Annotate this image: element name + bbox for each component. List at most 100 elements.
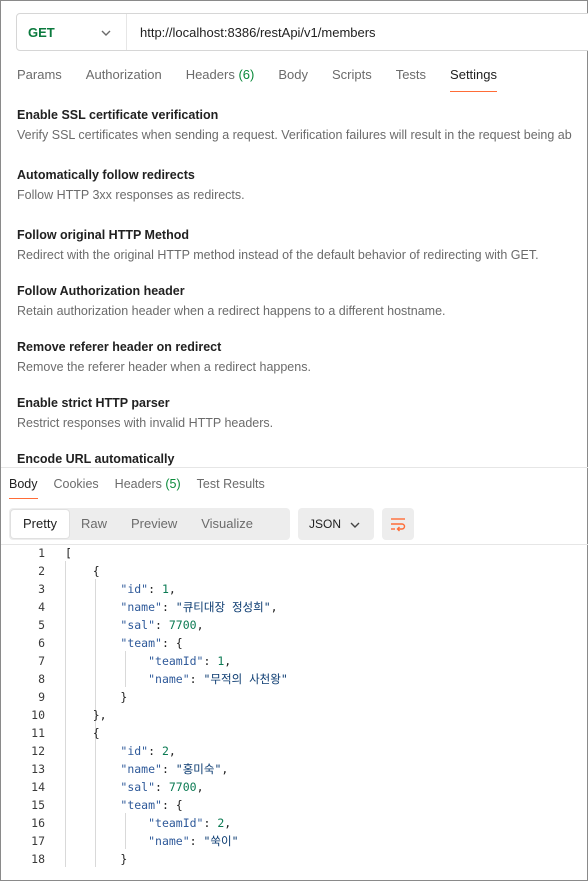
json-punctuation: : — [189, 834, 204, 848]
tab-headers[interactable]: Headers (6) — [186, 65, 255, 93]
code-text: "sal": 7700, — [65, 616, 204, 634]
code-line: 18 } — [1, 850, 588, 868]
url-input[interactable]: http://localhost:8386/restApi/v1/members — [127, 25, 376, 40]
view-pretty-button[interactable]: Pretty — [11, 510, 69, 538]
json-key: "sal" — [120, 780, 156, 794]
setting-description: Restrict responses with invalid HTTP hea… — [17, 416, 274, 430]
json-punctuation: , — [224, 816, 232, 830]
json-punctuation: : — [161, 600, 176, 614]
format-label: JSON — [309, 517, 342, 531]
code-text: { — [65, 562, 100, 580]
setting-item: Enable SSL certificate verification Verif… — [17, 108, 572, 142]
view-preview-button[interactable]: Preview — [119, 510, 189, 538]
code-line: 12 "id": 2, — [1, 742, 588, 760]
chevron-down-icon — [350, 522, 360, 528]
tab-params[interactable]: Params — [17, 65, 62, 93]
code-text: "id": 1, — [65, 580, 175, 598]
json-punctuation — [65, 816, 148, 830]
setting-description: Remove the referer header when a redirec… — [17, 360, 311, 374]
json-key: "id" — [120, 744, 149, 758]
tab-authorization[interactable]: Authorization — [86, 65, 162, 93]
setting-description: Retain authorization header when a redir… — [17, 304, 446, 318]
json-punctuation: { — [65, 564, 100, 578]
response-tab-body[interactable]: Body — [9, 475, 38, 499]
tab-settings[interactable]: Settings — [450, 65, 497, 93]
line-number: 12 — [31, 744, 45, 758]
json-string: "큐티대장 정성희" — [175, 600, 271, 614]
chevron-down-icon — [101, 30, 111, 36]
code-text: } — [65, 688, 127, 706]
code-text: "id": 2, — [65, 742, 175, 760]
code-text: "name": "홍미숙", — [65, 760, 228, 778]
tab-label: Params — [17, 67, 62, 82]
setting-title: Enable SSL certificate verification — [17, 108, 219, 122]
code-text: "teamId": 1, — [65, 652, 231, 670]
json-punctuation — [65, 618, 120, 632]
json-string: "무적의 사천왕" — [203, 672, 288, 686]
wrap-lines-button[interactable] — [382, 508, 414, 540]
json-string: "홍미숙" — [175, 762, 222, 776]
json-punctuation: : { — [161, 798, 183, 812]
response-tab-cookies[interactable]: Cookies — [54, 475, 99, 493]
code-text: }, — [65, 706, 107, 724]
code-text: { — [65, 724, 100, 742]
response-tab-test-results[interactable]: Test Results — [197, 475, 265, 493]
tab-label: Authorization — [85, 67, 162, 82]
json-punctuation: : — [161, 762, 176, 776]
tab-label: Body — [9, 477, 38, 491]
json-punctuation: , — [196, 618, 204, 632]
view-raw-button[interactable]: Raw — [69, 510, 119, 538]
json-punctuation: { — [65, 726, 100, 740]
code-line: 6 "team": { — [1, 634, 588, 652]
json-punctuation — [65, 636, 120, 650]
tab-label: Settings — [450, 67, 498, 82]
code-text: "teamId": 2, — [65, 814, 231, 832]
json-key: "name" — [148, 834, 190, 848]
line-number: 16 — [31, 816, 45, 830]
tab-tests[interactable]: Tests — [396, 65, 426, 93]
response-tab-headers[interactable]: Headers (5) — [115, 475, 181, 493]
method-select[interactable]: GET — [17, 14, 127, 50]
code-text: [ — [65, 544, 72, 562]
json-punctuation: [ — [65, 546, 72, 560]
json-punctuation — [65, 780, 120, 794]
json-punctuation: : — [189, 672, 204, 686]
setting-title: Encode URL automatically — [17, 452, 175, 466]
line-number: 1 — [38, 546, 45, 560]
json-punctuation — [65, 600, 120, 614]
method-label: GET — [28, 24, 55, 40]
pane-divider[interactable] — [1, 467, 588, 468]
setting-item: Automatically follow redirects Follow HTT… — [17, 168, 245, 202]
code-line: 3 "id": 1, — [1, 580, 588, 598]
line-number: 4 — [38, 600, 45, 614]
setting-description: Follow HTTP 3xx responses as redirects. — [17, 188, 245, 202]
json-key: "sal" — [120, 618, 156, 632]
json-punctuation: } — [65, 852, 128, 866]
format-select[interactable]: JSON — [298, 508, 374, 540]
code-text: "sal": 7700, — [65, 778, 203, 796]
view-visualize-button[interactable]: Visualize — [189, 510, 265, 538]
setting-title: Enable strict HTTP parser — [17, 396, 170, 410]
json-key: "name" — [120, 762, 162, 776]
json-key: "name" — [148, 672, 190, 686]
line-number: 3 — [38, 582, 45, 596]
response-body-editor[interactable]: 1[2 {3 "id": 1, 4 "name": "큐티대장 정성희", 5 "s… — [1, 544, 588, 868]
json-punctuation: : — [155, 618, 169, 632]
tab-label: Cookies — [53, 477, 99, 491]
json-punctuation: } — [65, 690, 128, 704]
json-number: 1 — [161, 582, 169, 596]
code-line: 8 "name": "무적의 사천왕" — [1, 670, 588, 688]
tab-scripts[interactable]: Scripts — [332, 65, 372, 93]
json-punctuation — [65, 654, 148, 668]
json-punctuation: : — [148, 582, 162, 596]
json-punctuation — [65, 762, 120, 776]
line-number: 5 — [38, 618, 45, 632]
tab-label: Headers — [185, 67, 235, 82]
response-tabs: Body Cookies Headers (5) Test Results — [9, 475, 281, 499]
json-punctuation — [65, 672, 148, 686]
line-number: 14 — [31, 780, 45, 794]
setting-title: Automatically follow redirects — [17, 168, 195, 182]
setting-title: Remove referer header on redirect — [17, 340, 222, 354]
tab-body[interactable]: Body — [278, 65, 308, 93]
line-number: 10 — [31, 708, 45, 722]
